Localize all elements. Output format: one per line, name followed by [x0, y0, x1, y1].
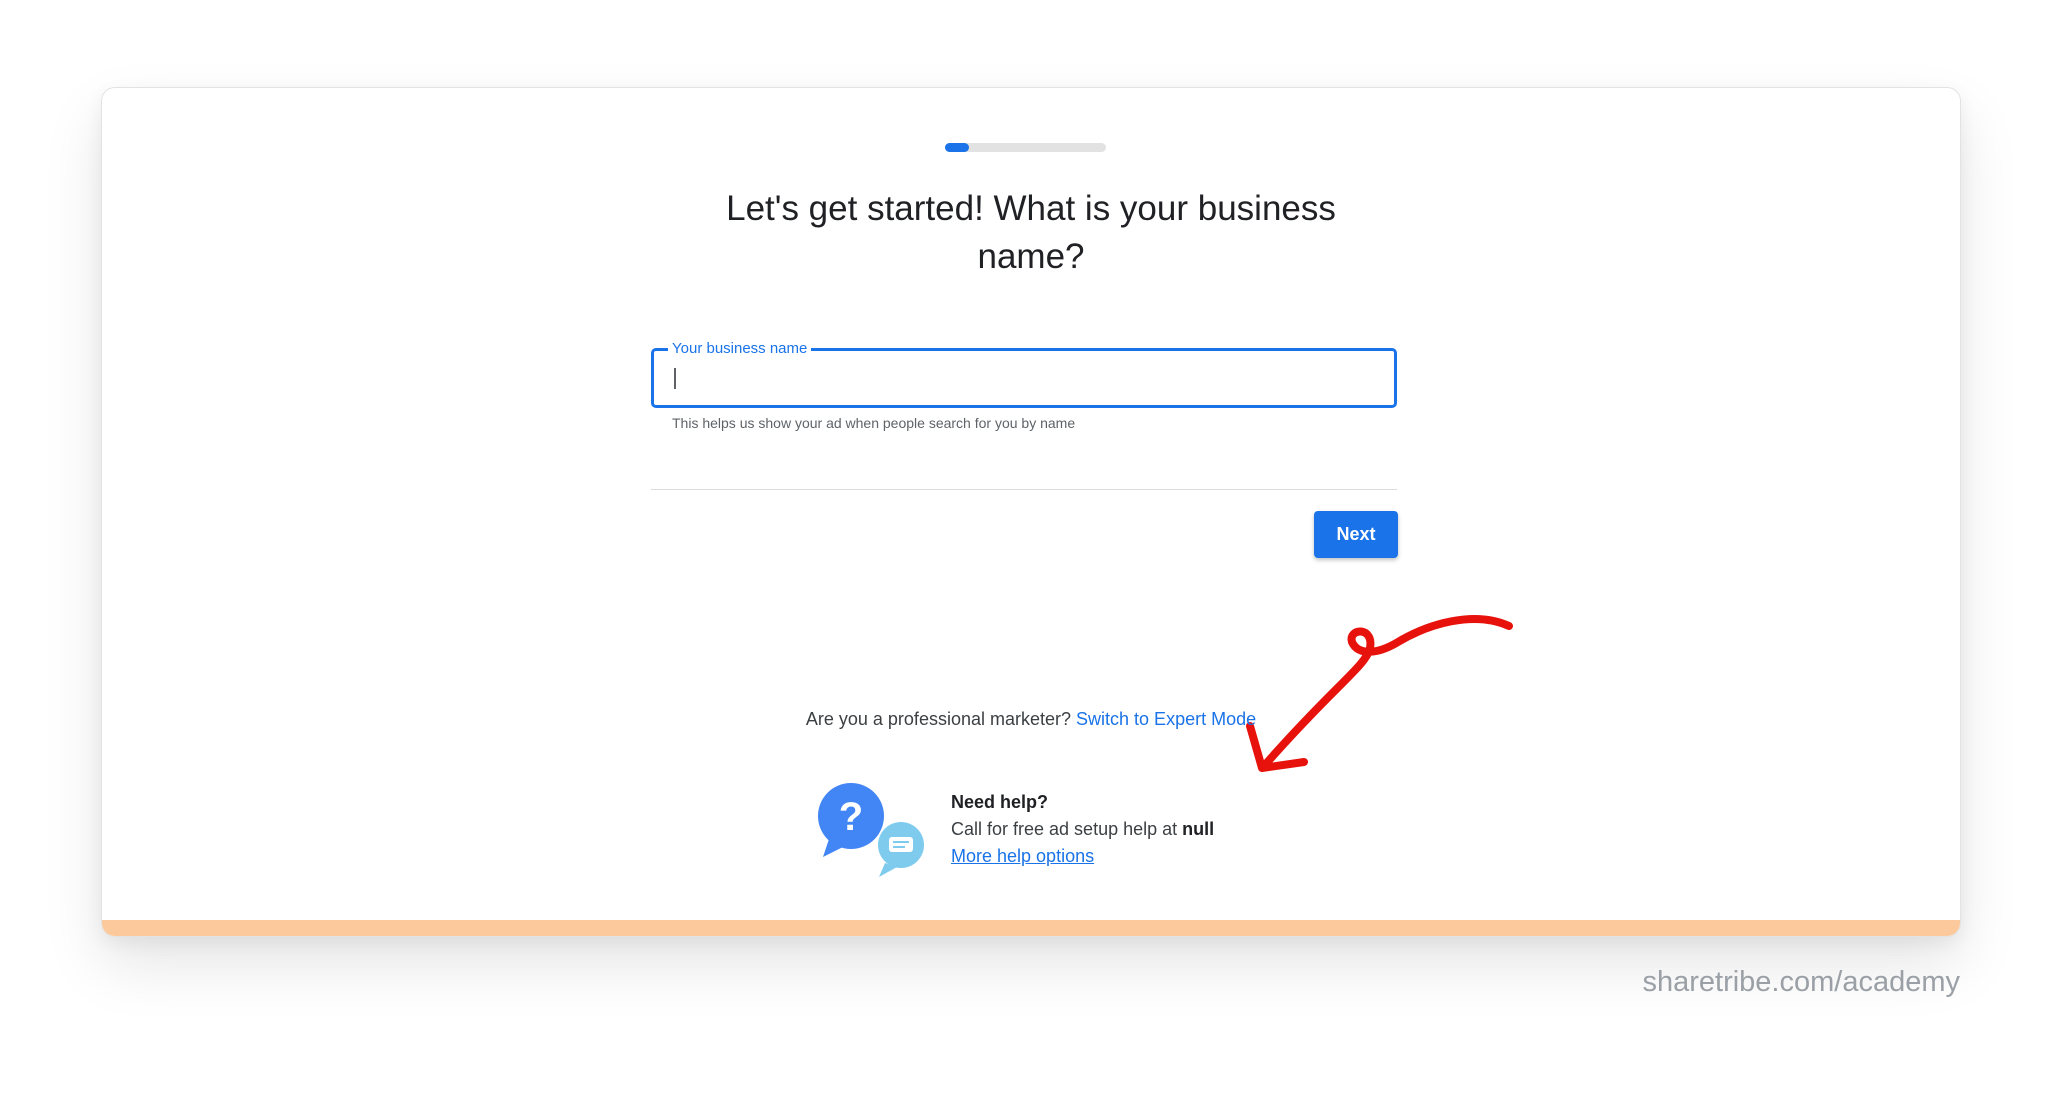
progress-bar: [945, 143, 1106, 152]
help-call-line: Call for free ad setup help at null: [951, 816, 1214, 843]
text-caret: [674, 368, 676, 389]
annotation-arrow-icon: [1246, 615, 1513, 772]
help-section: ? Need help? Call for free ad setup help…: [817, 783, 1317, 883]
page-title: Let's get started! What is your business…: [526, 185, 1536, 281]
screenshot-stage: Let's get started! What is your business…: [0, 0, 2048, 1094]
next-button[interactable]: Next: [1314, 511, 1398, 558]
svg-text:?: ?: [839, 795, 863, 839]
business-name-input[interactable]: [672, 365, 1372, 393]
help-phone-number: null: [1182, 819, 1215, 839]
business-name-field[interactable]: Your business name: [651, 341, 1397, 408]
switch-to-expert-mode-link[interactable]: Switch to Expert Mode: [1076, 709, 1256, 729]
business-name-helper: This helps us show your ad when people s…: [672, 415, 1076, 431]
watermark-text: sharetribe.com/academy: [1642, 966, 1960, 998]
page-title-text: Let's get started! What is your business…: [726, 189, 1336, 276]
help-chat-bubbles-icon: ?: [818, 783, 924, 877]
expert-mode-row: Are you a professional marketer? Switch …: [526, 709, 1536, 730]
more-help-options-link[interactable]: More help options: [951, 846, 1094, 866]
business-name-label: Your business name: [668, 341, 812, 357]
card-bottom-bar: [102, 920, 1960, 936]
section-divider: [651, 489, 1397, 490]
expert-mode-prompt: Are you a professional marketer?: [805, 709, 1072, 729]
setup-card: Let's get started! What is your business…: [101, 87, 1961, 937]
help-call-text: Call for free ad setup help at: [951, 819, 1178, 839]
progress-bar-fill: [945, 143, 970, 152]
help-text: Need help? Call for free ad setup help a…: [951, 789, 1214, 870]
help-title: Need help?: [951, 792, 1049, 812]
